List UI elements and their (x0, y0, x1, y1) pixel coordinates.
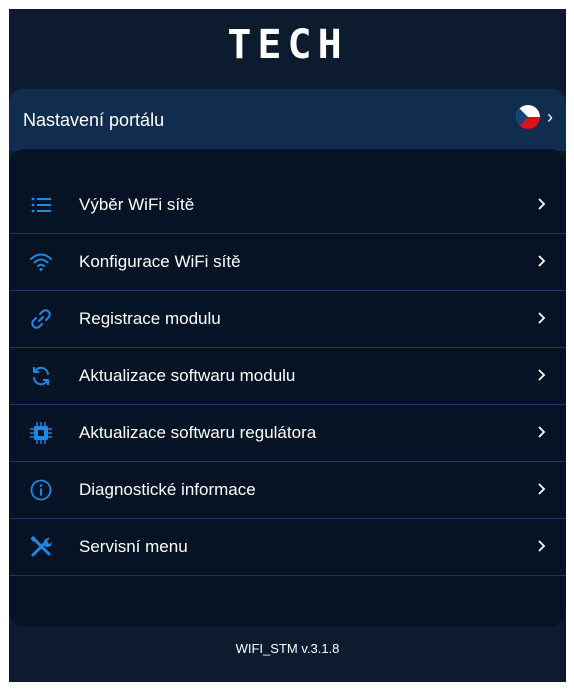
header-title: Nastavení portálu (23, 110, 165, 130)
menu-item-label: Diagnostické informace (79, 480, 256, 499)
tools-icon (30, 536, 53, 557)
menu-item-label: Servisní menu (79, 537, 188, 556)
menu-item-label: Aktualizace softwaru regulátora (79, 423, 317, 442)
portal-settings-header[interactable]: Nastavení portálu › (9, 89, 566, 151)
tech-logo: TECH (227, 22, 348, 68)
list-icon (31, 197, 51, 213)
menu-item-label: Výběr WiFi sítě (79, 195, 195, 214)
menu-item-controller-update[interactable]: Aktualizace softwaru regulátora (9, 405, 566, 462)
chevron-right-icon (538, 312, 546, 324)
menu-item-label: Registrace modulu (79, 309, 221, 328)
chevron-right-icon (538, 369, 546, 381)
menu-item-wifi-select[interactable]: Výběr WiFi sítě (9, 177, 566, 234)
menu-item-diagnostics[interactable]: Diagnostické informace (9, 462, 566, 519)
firmware-version: WIFI_STM v.3.1.8 (235, 641, 340, 656)
language-chevron-icon[interactable]: › (547, 107, 553, 128)
menu-item-label: Aktualizace softwaru modulu (79, 366, 296, 385)
refresh-icon (33, 366, 49, 386)
chevron-right-icon (538, 198, 546, 210)
menu-item-service[interactable]: Servisní menu (9, 519, 566, 576)
menu-item-module-update[interactable]: Aktualizace softwaru modulu (9, 348, 566, 405)
info-icon (30, 479, 52, 501)
settings-menu: Výběr WiFi sítě Konfigurace WiFi sítě Re… (9, 177, 566, 576)
chevron-right-icon (538, 540, 546, 552)
chevron-right-icon (538, 426, 546, 438)
chevron-right-icon (538, 255, 546, 267)
wifi-icon (30, 253, 52, 271)
menu-item-wifi-config[interactable]: Konfigurace WiFi sítě (9, 234, 566, 291)
czech-flag-icon[interactable] (515, 104, 541, 130)
chip-icon (30, 422, 52, 444)
menu-item-module-registration[interactable]: Registrace modulu (9, 291, 566, 348)
menu-item-label: Konfigurace WiFi sítě (79, 252, 241, 271)
chevron-right-icon (538, 483, 546, 495)
app-container: TECH Nastavení portálu › Výběr WiFi sítě… (9, 9, 566, 682)
link-icon (31, 309, 51, 329)
